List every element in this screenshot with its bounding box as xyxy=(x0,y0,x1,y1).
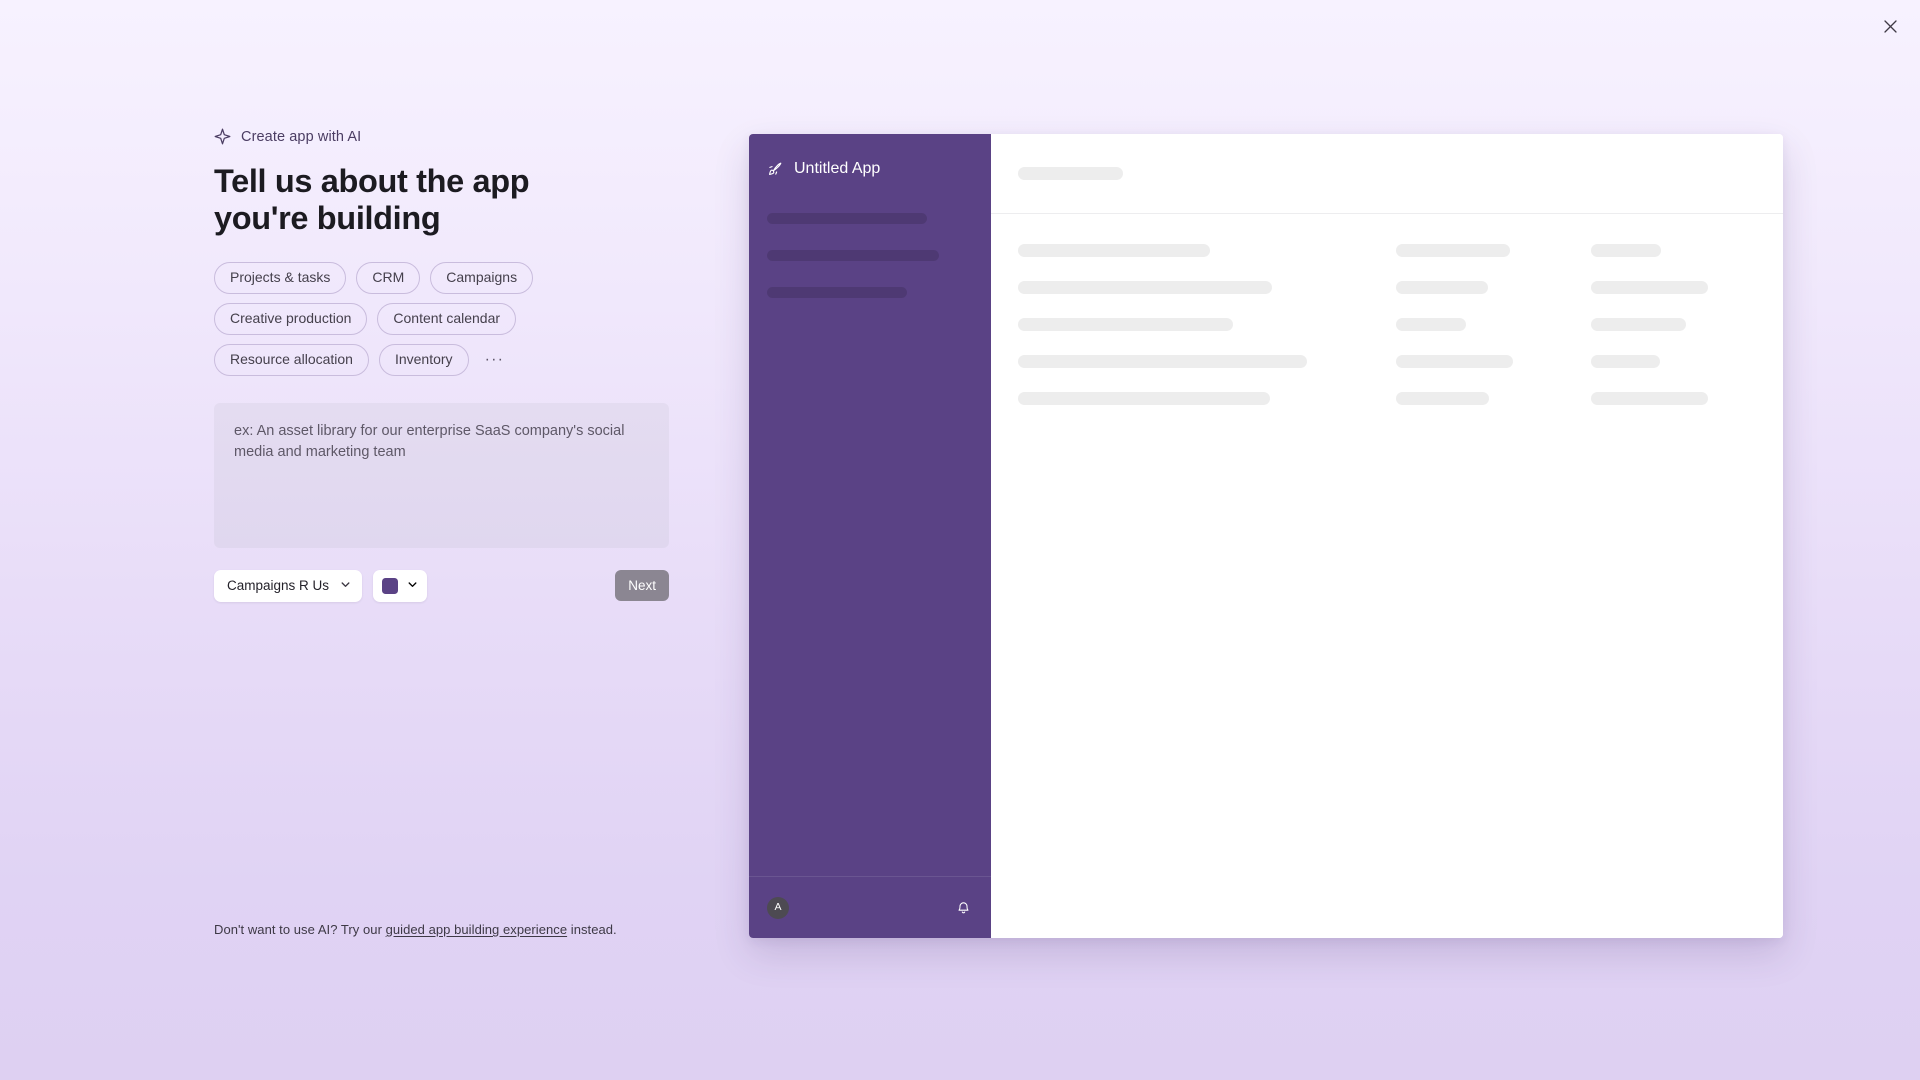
skeleton-bar xyxy=(1591,318,1686,331)
skeleton-bar xyxy=(767,250,939,261)
page-title: Tell us about the app you're building xyxy=(214,163,530,236)
guided-app-building-link[interactable]: guided app building experience xyxy=(386,922,567,937)
footer-note-prefix: Don't want to use AI? Try our xyxy=(214,922,386,937)
chip-creative-production[interactable]: Creative production xyxy=(214,303,368,336)
chip-content-calendar[interactable]: Content calendar xyxy=(377,303,517,336)
chip-campaigns[interactable]: Campaigns xyxy=(430,262,534,295)
next-button[interactable]: Next xyxy=(615,570,669,602)
chip-inventory[interactable]: Inventory xyxy=(378,344,469,376)
preview-sidebar: Untitled App A xyxy=(749,134,991,938)
preview-main xyxy=(991,134,1783,938)
preview-skeleton-column-3 xyxy=(1591,244,1783,429)
skeleton-bar xyxy=(1018,355,1307,368)
chevron-down-icon xyxy=(340,578,351,593)
skeleton-bar xyxy=(1591,244,1661,257)
skeleton-bar xyxy=(1396,281,1488,294)
bell-icon[interactable] xyxy=(956,900,971,915)
close-icon xyxy=(1883,19,1898,34)
app-color-select[interactable] xyxy=(373,569,428,602)
skeleton-bar xyxy=(1018,392,1270,405)
preview-skeleton-column-1 xyxy=(1018,244,1396,429)
app-description-input[interactable] xyxy=(214,402,669,548)
avatar[interactable]: A xyxy=(767,896,789,919)
preview-app-title: Untitled App xyxy=(749,154,991,184)
skeleton-bar xyxy=(1591,281,1708,294)
skeleton-bar xyxy=(1018,167,1123,180)
preview-topbar xyxy=(991,134,1783,214)
form-controls-row: Campaigns R Us Next xyxy=(214,569,669,602)
sparkle-icon xyxy=(214,128,231,145)
skeleton-bar xyxy=(1018,318,1233,331)
app-preview-window: Untitled App A xyxy=(749,134,1783,938)
more-options-ellipsis-icon[interactable]: ··· xyxy=(479,346,511,374)
chip-resource-allocation[interactable]: Resource allocation xyxy=(214,344,369,376)
create-app-form: Create app with AI Tell us about the app… xyxy=(214,128,714,602)
workspace-select[interactable]: Campaigns R Us xyxy=(214,569,363,602)
rocket-icon xyxy=(767,161,783,177)
eyebrow-text: Create app with AI xyxy=(241,128,362,145)
workspace-select-value: Campaigns R Us xyxy=(227,578,330,594)
preview-content-skeleton xyxy=(991,214,1783,429)
footer-note-suffix: instead. xyxy=(567,922,617,937)
color-swatch xyxy=(382,577,399,594)
skeleton-bar xyxy=(1396,318,1466,331)
preview-sidebar-skeleton xyxy=(749,213,991,298)
skeleton-bar xyxy=(1396,392,1489,405)
close-window-button[interactable] xyxy=(1872,8,1908,44)
skeleton-bar xyxy=(1396,355,1513,368)
skeleton-bar xyxy=(767,287,907,298)
skeleton-bar xyxy=(1591,392,1708,405)
chevron-down-icon xyxy=(407,578,418,593)
preview-app-title-text: Untitled App xyxy=(794,160,881,177)
suggestion-chip-list: Projects & tasks CRM Campaigns Creative … xyxy=(214,262,554,376)
skeleton-bar xyxy=(1396,244,1510,257)
create-app-with-ai-label: Create app with AI xyxy=(214,128,714,145)
skeleton-bar xyxy=(767,213,927,224)
skeleton-bar xyxy=(1591,355,1660,368)
chip-projects-tasks[interactable]: Projects & tasks xyxy=(214,262,347,295)
guided-experience-note: Don't want to use AI? Try our guided app… xyxy=(214,922,617,937)
preview-sidebar-footer: A xyxy=(749,876,991,938)
skeleton-bar xyxy=(1018,244,1210,257)
skeleton-bar xyxy=(1018,281,1272,294)
chip-crm[interactable]: CRM xyxy=(356,262,421,295)
preview-skeleton-column-2 xyxy=(1396,244,1591,429)
